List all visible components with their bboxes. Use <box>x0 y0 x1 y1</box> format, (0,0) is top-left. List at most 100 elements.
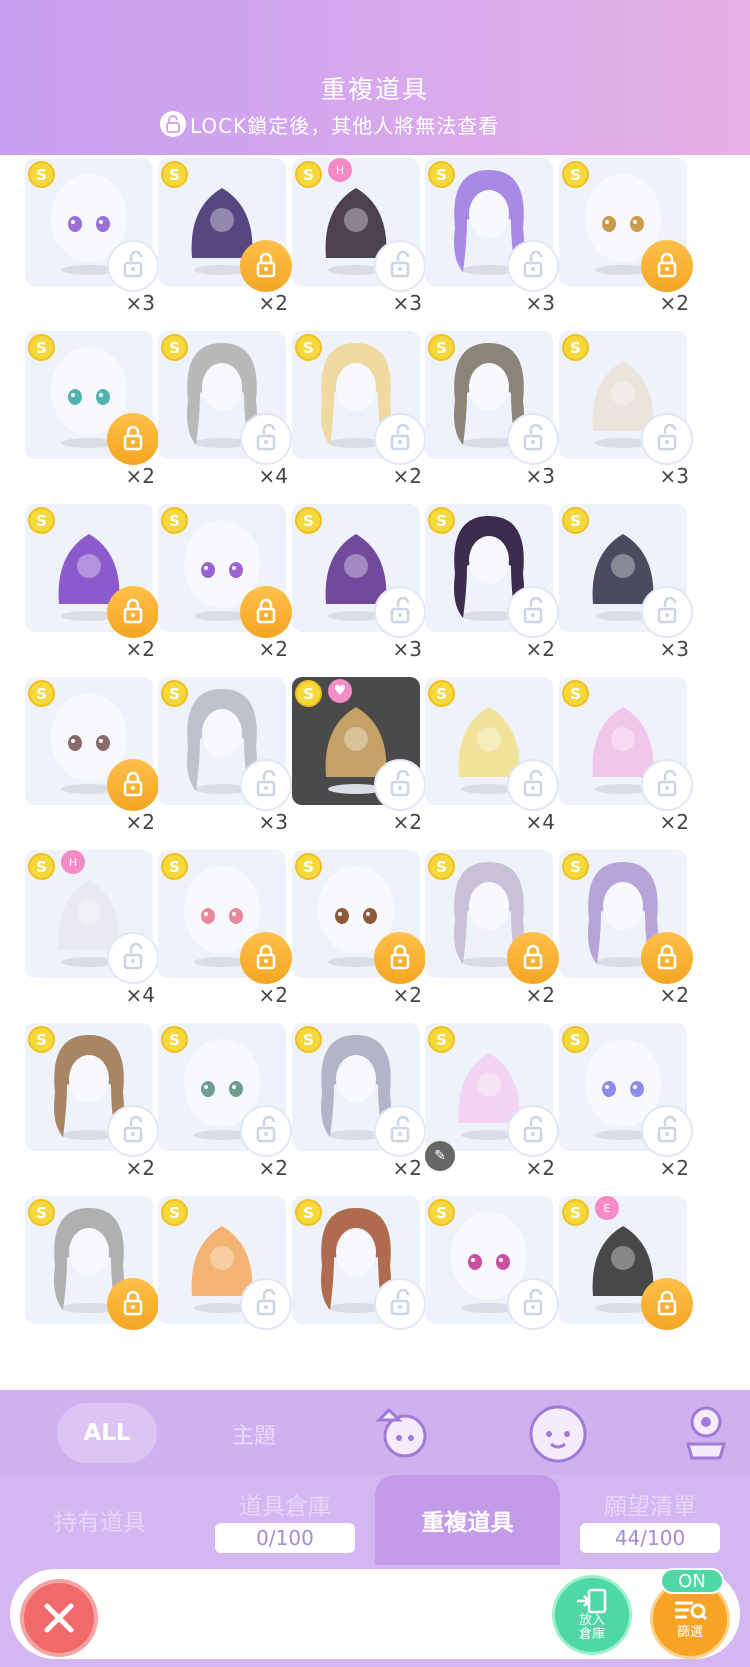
lock-open-icon[interactable] <box>507 586 559 638</box>
item-tag-badge: E <box>595 1196 619 1220</box>
item-card-eyes-green[interactable]: S ×2 <box>158 1023 292 1180</box>
filter-label: 篩選 <box>676 1624 703 1640</box>
lock-closed-icon[interactable] <box>507 932 559 984</box>
item-card-golden-frame[interactable]: S ♥ ×2 <box>292 677 426 834</box>
lock-open-icon[interactable] <box>641 586 693 638</box>
lock-open-icon[interactable] <box>374 586 426 638</box>
lock-closed-icon[interactable] <box>240 240 292 292</box>
item-card-eyes-teal[interactable]: S ×2 <box>25 331 159 488</box>
item-card-eyes-magenta[interactable]: S <box>425 1196 559 1330</box>
item-card-dark-tails[interactable]: S ×2 <box>158 158 292 315</box>
item-count: ×2 <box>258 291 288 315</box>
category-bar: ALL 主題 <box>0 1390 750 1475</box>
page-header: 重複道具 LOCK鎖定後，其他人將無法查看 <box>0 0 750 155</box>
tab-storage[interactable]: 道具倉庫 0/100 <box>200 1475 370 1565</box>
category-all[interactable]: ALL <box>57 1403 157 1463</box>
lock-closed-icon[interactable] <box>374 932 426 984</box>
lock-open-icon[interactable] <box>507 240 559 292</box>
item-card-hair-wavy-silver[interactable]: S ×3 <box>158 677 292 834</box>
lock-closed-icon[interactable] <box>641 1278 693 1330</box>
coin-icon: S <box>28 507 55 534</box>
coin-icon: S <box>28 161 55 188</box>
item-card-hair-long-purple[interactable]: S ×3 <box>425 158 559 315</box>
lock-open-icon[interactable] <box>507 759 559 811</box>
lock-open-icon[interactable] <box>641 413 693 465</box>
item-card-eyes-pink[interactable]: S ×2 <box>158 850 292 1007</box>
lock-open-icon[interactable] <box>240 413 292 465</box>
outfit-icon[interactable] <box>365 1400 445 1464</box>
lock-open-icon[interactable] <box>641 759 693 811</box>
lock-open-icon[interactable] <box>240 1105 292 1157</box>
lock-open-icon[interactable] <box>374 1278 426 1330</box>
lock-open-icon[interactable] <box>641 1105 693 1157</box>
lock-open-icon[interactable] <box>374 240 426 292</box>
item-card-hair-curly-brown[interactable]: S ×2 <box>25 1023 159 1180</box>
category-theme[interactable]: 主題 <box>232 1418 276 1450</box>
coin-icon: S <box>295 853 322 880</box>
coin-icon: S <box>161 1199 188 1226</box>
item-count: ×2 <box>125 1156 155 1180</box>
close-button[interactable] <box>20 1579 98 1657</box>
item-card-candy-purple[interactable]: S ×2 <box>25 504 159 661</box>
lock-open-icon[interactable] <box>374 759 426 811</box>
item-card-eyes-brown[interactable]: S ×2 <box>292 850 426 1007</box>
item-card-hair-braids-ash[interactable]: S ×3 <box>425 331 559 488</box>
item-card-photo-frame[interactable]: S ✎ ×2 <box>425 1023 559 1180</box>
item-count: ×3 <box>125 291 155 315</box>
lock-closed-icon[interactable] <box>107 1278 159 1330</box>
lock-open-icon[interactable] <box>374 1105 426 1157</box>
lock-open-icon[interactable] <box>507 1105 559 1157</box>
item-card-hair-grey-long[interactable]: S <box>25 1196 159 1330</box>
coin-icon: S <box>28 1026 55 1053</box>
item-card-hat-ribbons[interactable]: S ×3 <box>559 331 693 488</box>
tab-wishlist-count: 44/100 <box>580 1523 720 1553</box>
lock-open-icon[interactable] <box>107 1105 159 1157</box>
item-card-hair-strand-lilac[interactable]: S ×2 <box>559 850 693 1007</box>
item-card-hair-bob-grey[interactable]: S ×4 <box>158 331 292 488</box>
item-card-hair-braid-auburn[interactable]: S <box>292 1196 426 1330</box>
item-card-eyes-violet[interactable]: S ×2 <box>158 504 292 661</box>
item-card-wings-black[interactable]: SE <box>559 1196 693 1330</box>
coin-icon: S <box>161 334 188 361</box>
lock-open-icon[interactable] <box>107 240 159 292</box>
item-card-hair-side-silver[interactable]: S ×2 <box>292 1023 426 1180</box>
item-card-eyes-blush[interactable]: S ×2 <box>25 677 159 834</box>
lock-open-icon[interactable] <box>507 1278 559 1330</box>
put-in-storage-button[interactable]: 放入 倉庫 <box>552 1575 632 1655</box>
item-count: ×2 <box>659 291 689 315</box>
lock-open-icon[interactable] <box>374 413 426 465</box>
item-card-hair-twintails-dark[interactable]: S ×2 <box>425 504 559 661</box>
tab-storage-label: 道具倉庫 <box>239 1494 331 1520</box>
item-card-pink-sticker[interactable]: S ×2 <box>559 677 693 834</box>
item-card-cat-ears[interactable]: S H ×3 <box>292 158 426 315</box>
tab-owned[interactable]: 持有道具 <box>20 1475 180 1565</box>
lock-open-icon[interactable] <box>240 759 292 811</box>
item-card-eyes-purple[interactable]: S ×3 <box>25 158 159 315</box>
lock-closed-icon[interactable] <box>107 759 159 811</box>
item-card-halo-sparkle[interactable]: S ×4 <box>425 677 559 834</box>
coin-icon: S <box>161 853 188 880</box>
item-card-cat-plush[interactable]: S <box>158 1196 292 1330</box>
tab-wishlist[interactable]: 願望清單 44/100 <box>570 1475 730 1565</box>
item-card-bows-purple[interactable]: S ×3 <box>292 504 426 661</box>
item-card-perfume-bottle[interactable]: S ×3 <box>559 504 693 661</box>
coin-icon: S <box>428 680 455 707</box>
face-icon[interactable] <box>518 1400 598 1464</box>
item-card-eyes-blue-pink[interactable]: S ×2 <box>559 1023 693 1180</box>
lock-open-icon[interactable] <box>507 413 559 465</box>
item-card-hair-blonde[interactable]: S ×2 <box>292 331 426 488</box>
accessory-icon[interactable] <box>666 1400 746 1464</box>
lock-closed-icon[interactable] <box>240 586 292 638</box>
coin-icon: S <box>161 680 188 707</box>
lock-closed-icon[interactable] <box>107 586 159 638</box>
lock-closed-icon[interactable] <box>240 932 292 984</box>
item-card-bunny-ears[interactable]: S H ×4 <box>25 850 159 1007</box>
lock-closed-icon[interactable] <box>107 413 159 465</box>
lock-open-icon[interactable] <box>240 1278 292 1330</box>
lock-closed-icon[interactable] <box>641 932 693 984</box>
lock-closed-icon[interactable] <box>641 240 693 292</box>
tab-duplicates[interactable]: 重複道具 <box>375 1475 560 1565</box>
item-card-hair-strand-ombre[interactable]: S ×2 <box>425 850 559 1007</box>
lock-open-icon[interactable] <box>107 932 159 984</box>
item-card-eyes-amber[interactable]: S ×2 <box>559 158 693 315</box>
